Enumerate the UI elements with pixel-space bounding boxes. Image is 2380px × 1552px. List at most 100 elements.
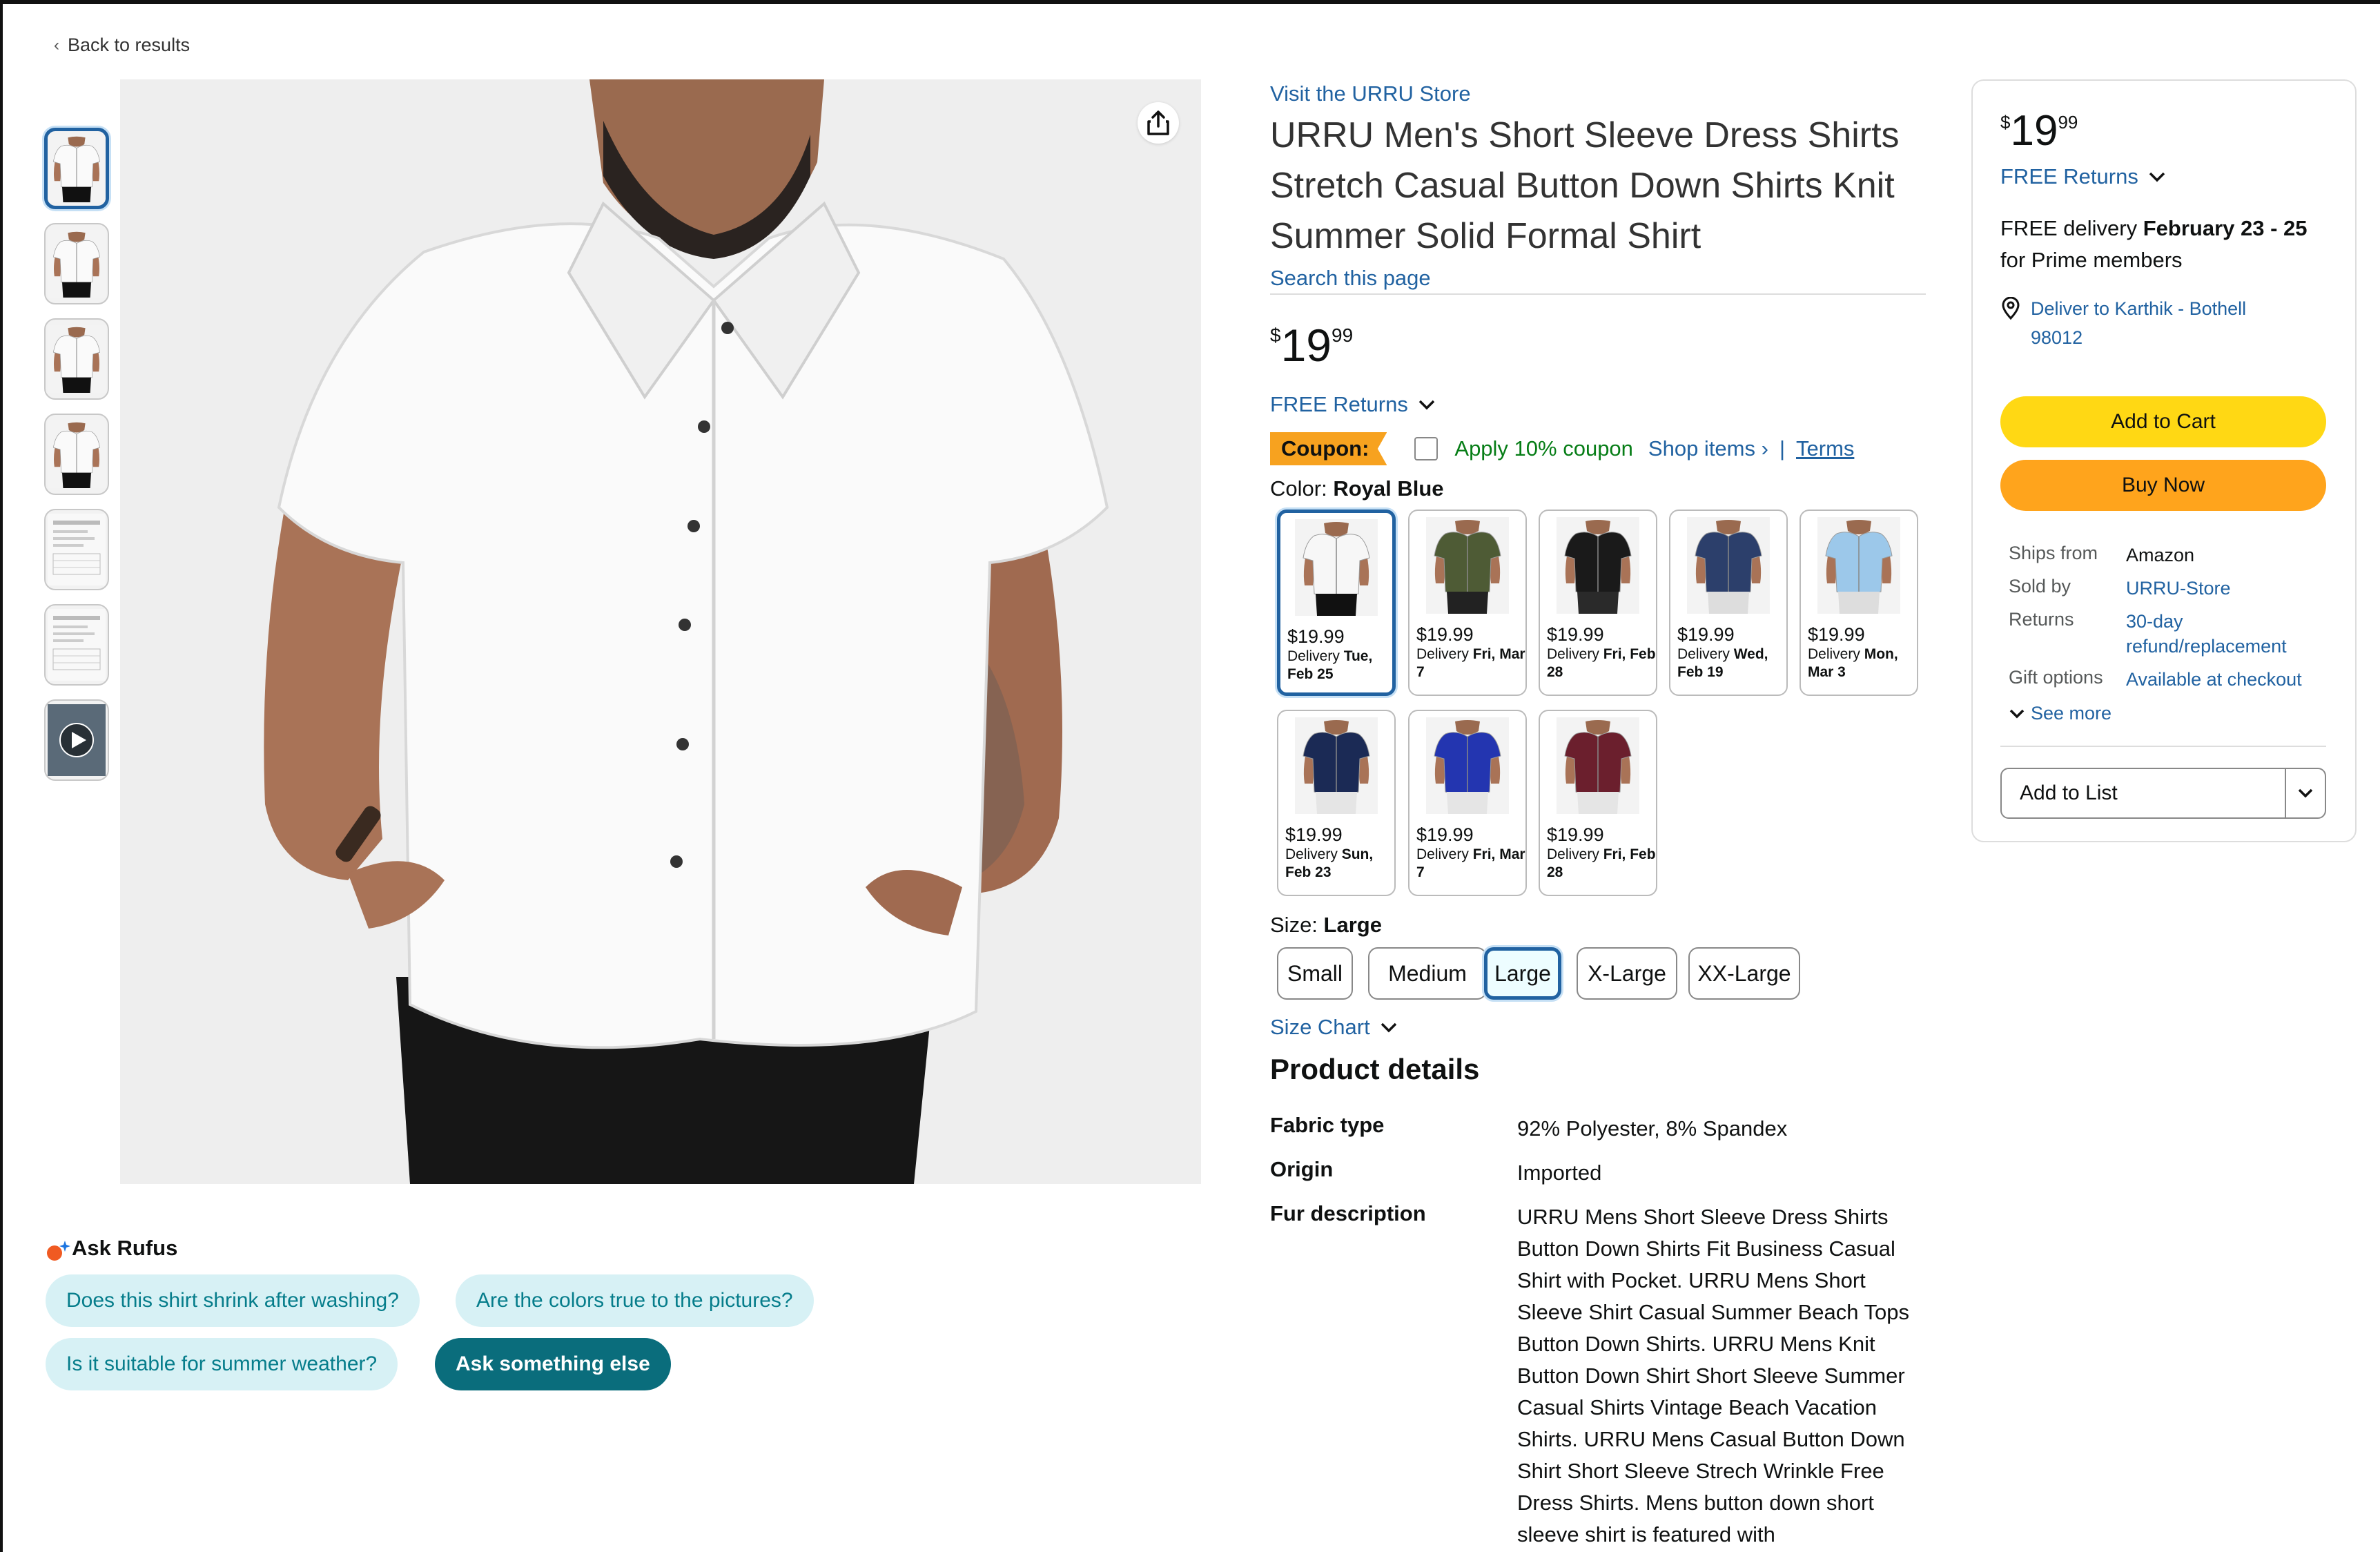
add-to-list-dropdown[interactable] [2285, 769, 2325, 817]
swatch-price: $19.99 [1808, 624, 1865, 645]
thumbnail-image [48, 135, 106, 202]
coupon-row: Coupon: Apply 10% coupon Shop items › | … [1270, 429, 1854, 468]
size-chart-dropdown[interactable]: Size Chart [1270, 1015, 1398, 1040]
see-more-label: See more [2031, 703, 2112, 724]
ask-something-else-button[interactable]: Ask something else [435, 1338, 671, 1390]
delivery-prefix: Delivery [1808, 646, 1860, 662]
coupon-badge: Coupon: [1270, 432, 1387, 465]
buybox-free-returns-dropdown[interactable]: FREE Returns [2000, 164, 2166, 189]
add-to-list-control: Add to List [2000, 768, 2326, 819]
delivery-dates: February 23 - 25 [2143, 216, 2308, 240]
info-key: Sold by [2009, 576, 2071, 596]
delivery-suffix: for Prime members [2000, 248, 2183, 272]
info-key: Gift options [2009, 667, 2103, 688]
add-to-cart-button[interactable]: Add to Cart [2000, 396, 2326, 447]
gift-options-link[interactable]: Available at checkout [2126, 667, 2333, 692]
size-label-prefix: Size: [1270, 913, 1318, 937]
size-option-medium[interactable]: Medium [1368, 947, 1487, 1000]
chevron-down-icon [1418, 400, 1435, 410]
returns-policy-link[interactable]: 30-day refund/replacement [2126, 609, 2326, 659]
swatch-delivery: Delivery Sun, Feb 23 [1278, 846, 1394, 882]
color-swatch[interactable]: $19.99 Delivery Sun, Feb 23 [1277, 710, 1396, 896]
swatch-price: $19.99 [1677, 624, 1735, 645]
back-to-results-label: Back to results [68, 35, 191, 55]
image-thumbnail[interactable] [44, 318, 109, 400]
share-button[interactable] [1138, 102, 1179, 144]
size-option-x-large[interactable]: X-Large [1577, 947, 1677, 1000]
size-option-small[interactable]: Small [1277, 947, 1353, 1000]
detail-value: URRU Mens Short Sleeve Dress Shirts Butt… [1517, 1205, 1910, 1546]
swatch-price: $19.99 [1416, 624, 1474, 645]
swatch-price: $19.99 [1547, 624, 1604, 645]
search-this-page-link[interactable]: Search this page [1270, 266, 1431, 291]
swatch-image [1410, 711, 1525, 820]
color-swatch[interactable]: $19.99 Delivery Mon, Mar 3 [1799, 510, 1918, 696]
color-swatch[interactable]: $19.99 Delivery Fri, Feb 28 [1539, 710, 1657, 896]
detail-key: Fabric type [1270, 1113, 1385, 1137]
price-symbol: $ [1270, 324, 1281, 346]
delivery-prefix: Delivery [1287, 648, 1340, 664]
see-more-toggle[interactable]: See more [2009, 703, 2111, 724]
free-returns-label: FREE Returns [2000, 164, 2138, 188]
image-thumbnail[interactable] [44, 604, 109, 686]
delivery-prefix: Delivery [1416, 846, 1469, 862]
size-label: Size: Large [1270, 913, 1382, 938]
deliver-to-link[interactable]: Deliver to Karthik - Bothell 98012 [2000, 294, 2293, 352]
shirt-model-image [120, 79, 1201, 1184]
color-swatch[interactable]: $19.99 Delivery Fri, Mar 7 [1408, 710, 1527, 896]
image-thumbnail[interactable] [44, 414, 109, 495]
selected-color: Royal Blue [1333, 476, 1444, 501]
price-symbol: $ [2000, 112, 2011, 133]
color-swatch[interactable]: $19.99 Delivery Wed, Feb 19 [1669, 510, 1788, 696]
info-key: Ships from [2009, 543, 2098, 563]
product-price: $ 19 99 [1270, 318, 1353, 373]
rufus-question-chip[interactable]: Is it suitable for summer weather? [46, 1338, 398, 1390]
delivery-prefix: Delivery [1416, 646, 1469, 662]
price-fraction: 99 [1332, 324, 1354, 346]
buybox-price: $ 19 99 [2000, 105, 2078, 157]
delivery-prefix: Delivery [1285, 846, 1338, 862]
shop-items-link[interactable]: Shop items › [1648, 436, 1768, 461]
add-to-list-button[interactable]: Add to List [2002, 782, 2285, 805]
color-label: Color: Royal Blue [1270, 476, 1444, 501]
info-value: Amazon [2126, 545, 2195, 565]
image-thumbnail[interactable] [44, 128, 109, 209]
chevron-down-icon [2009, 709, 2025, 718]
rufus-question-chip[interactable]: Does this shirt shrink after washing? [46, 1274, 420, 1327]
coupon-text[interactable]: Apply 10% coupon [1454, 436, 1633, 461]
swatch-image [1670, 511, 1786, 620]
sold-by-link[interactable]: URRU-Store [2126, 576, 2333, 601]
image-thumbnail[interactable] [44, 223, 109, 304]
swatch-delivery: Delivery Mon, Mar 3 [1801, 646, 1917, 681]
swatch-image [1801, 511, 1917, 620]
video-thumbnail[interactable] [44, 699, 109, 781]
back-to-results-link[interactable]: ‹ Back to results [54, 35, 190, 56]
info-key: Returns [2009, 609, 2074, 630]
free-returns-dropdown[interactable]: FREE Returns [1270, 392, 1436, 417]
delivery-prefix: Delivery [1547, 646, 1599, 662]
thumbnail-image [48, 609, 106, 681]
color-swatch[interactable]: $19.99 Delivery Tue, Feb 25 [1277, 510, 1396, 696]
swatch-image [1280, 513, 1392, 622]
coupon-terms-link[interactable]: Terms [1796, 436, 1854, 461]
swatch-image [1410, 511, 1525, 620]
price-fraction: 99 [2058, 112, 2078, 133]
color-swatch[interactable]: $19.99 Delivery Fri, Feb 28 [1539, 510, 1657, 696]
image-thumbnail[interactable] [44, 509, 109, 590]
color-swatch[interactable]: $19.99 Delivery Fri, Mar 7 [1408, 510, 1527, 696]
chevron-down-icon [2149, 172, 2165, 182]
detail-value: 92% Polyester, 8% Spandex [1517, 1116, 1788, 1141]
size-option-xx-large[interactable]: XX-Large [1688, 947, 1800, 1000]
apply-coupon-checkbox[interactable] [1414, 437, 1438, 460]
ask-rufus-heading: Ask Rufus [46, 1236, 177, 1261]
main-product-image[interactable] [120, 79, 1201, 1184]
swatch-price: $19.99 [1285, 824, 1343, 845]
chevron-left-icon: ‹ [54, 35, 59, 55]
rufus-question-chip[interactable]: Are the colors true to the pictures? [456, 1274, 814, 1327]
visit-store-link[interactable]: Visit the URRU Store [1270, 81, 1471, 106]
buy-now-button[interactable]: Buy Now [2000, 460, 2326, 511]
size-option-large[interactable]: Large [1484, 947, 1561, 1000]
title-divider [1270, 293, 1926, 295]
rufus-sparkle-icon [46, 1239, 70, 1261]
color-label-prefix: Color: [1270, 476, 1327, 501]
